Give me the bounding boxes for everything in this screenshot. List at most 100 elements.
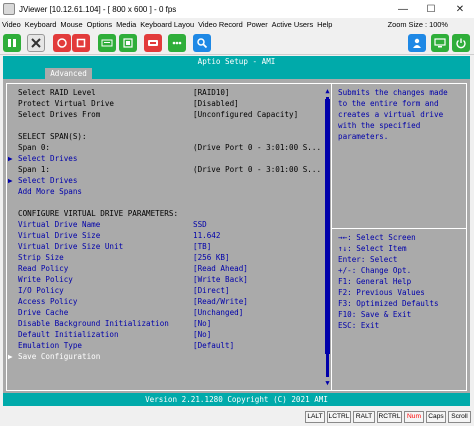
row-drive-cache-label[interactable]: Drive Cache [18,308,68,318]
row-virtual-drive-size-label[interactable]: Virtual Drive Size [18,231,100,241]
row-virtual-drive-size-value[interactable]: 11.642 [193,231,220,241]
remote-screen[interactable]: Aptio Setup - AMI Advanced ▲ ▼ Select RA… [3,56,470,406]
row-write-policy-label[interactable]: Write Policy [18,275,73,285]
zoom-icon[interactable] [193,34,211,52]
scroll-up-icon[interactable]: ▲ [323,87,332,95]
row-write-policy-value[interactable]: [Write Back] [193,275,248,285]
menu-keyboard[interactable]: Keyboard [23,20,59,29]
app-icon [3,3,15,15]
row-protect-virtual-drive-label[interactable]: Protect Virtual Drive [18,99,114,109]
stop-icon[interactable] [72,34,90,52]
menu-keyboard-layout[interactable]: Keyboard Layou [138,20,196,29]
row-select-drives-span-0[interactable]: Select Drives [18,154,77,164]
bios-header-title: Aptio Setup - AMI [197,57,276,66]
menu-help[interactable]: Help [315,20,334,29]
row-read-policy-value[interactable]: [Read Ahead] [193,264,248,274]
monitor-icon[interactable] [431,34,449,52]
ralt-key-indicator[interactable]: RALT [353,411,375,423]
drive-icon[interactable] [168,34,186,52]
key-help-line: Enter: Select [338,255,398,264]
row-select-drives-from-label[interactable]: Select Drives From [18,110,100,120]
row-vd-size-unit-value[interactable]: [TB] [193,242,211,252]
tab-advanced[interactable]: Advanced [45,68,92,79]
num-lock-indicator: Num [404,411,424,423]
hard-disk-icon[interactable] [144,34,162,52]
key-help-line: ESC: Exit [338,321,380,330]
scroll-thumb[interactable] [325,99,330,354]
scroll-down-icon[interactable]: ▼ [323,379,332,387]
row-select-raid-level-value[interactable]: [RAID10] [193,88,230,98]
row-strip-size-label[interactable]: Strip Size [18,253,64,263]
key-help-line: +/-: Change Opt. [338,266,412,275]
row-emulation-type-value[interactable]: [Default] [193,341,234,351]
menu-power[interactable]: Power [245,20,270,29]
user-icon[interactable] [408,34,426,52]
caps-lock-indicator: Caps [426,411,446,423]
row-virtual-drive-name-value[interactable]: SSD [193,220,207,230]
row-disable-bg-init-label[interactable]: Disable Background Initialization [18,319,169,329]
row-select-drives-from-value[interactable]: [Unconfigured Capacity] [193,110,298,120]
row-span-1-value: (Drive Port 0 - 3:01:00 S... [193,165,322,174]
lalt-key-indicator[interactable]: LALT [305,411,325,423]
row-drive-cache-value[interactable]: [Unchanged] [193,308,243,318]
keyboard-icon[interactable] [98,34,116,52]
media-icon[interactable] [119,34,137,52]
row-strip-size-value[interactable]: [256 KB] [193,253,230,263]
help-line: with the specified [338,121,421,130]
key-help-line: →←: Select Screen [338,233,416,242]
row-read-policy-label[interactable]: Read Policy [18,264,68,274]
menu-options[interactable]: Options [85,20,114,29]
pause-icon[interactable] [3,34,21,52]
row-select-raid-level-label[interactable]: Select RAID Level [18,88,96,98]
maximize-button[interactable]: ☐ [417,0,445,18]
rctrl-key-indicator[interactable]: RCTRL [377,411,402,423]
menu-active-users[interactable]: Active Users [270,20,315,29]
menu-video[interactable]: Video [0,20,23,29]
submenu-arrow-icon: ▶ [8,176,13,185]
key-help-line: F2: Previous Values [338,288,425,297]
key-help-line: F3: Optimized Defaults [338,299,439,308]
row-save-configuration[interactable]: Save Configuration [18,352,100,362]
help-line: to the entire form and [338,99,439,108]
submenu-arrow-icon: ▶ [8,154,13,163]
row-default-init-value[interactable]: [No] [193,330,211,340]
menu-bar: Video Keyboard Mouse Options Media Keybo… [0,18,474,31]
lctrl-key-indicator[interactable]: LCTRL [327,411,351,423]
row-add-more-spans[interactable]: Add More Spans [18,187,82,197]
close-button[interactable]: ✕ [446,0,474,18]
row-disable-bg-init-value[interactable]: [No] [193,319,211,329]
section-configure-vd-params: CONFIGURE VIRTUAL DRIVE PARAMETERS: [18,209,179,218]
menu-media[interactable]: Media [114,20,138,29]
row-access-policy-label[interactable]: Access Policy [18,297,77,307]
row-span-1-label: Span 1: [18,165,51,174]
bios-scrollbar[interactable]: ▲ ▼ [323,87,332,387]
row-io-policy-label[interactable]: I/O Policy [18,286,64,296]
bios-version-text: Version 2.21.1280 Copyright (C) 2021 AMI [145,395,328,404]
bios-content: ▲ ▼ Select RAID Level [RAID10] Protect V… [3,79,470,393]
row-virtual-drive-name-label[interactable]: Virtual Drive Name [18,220,100,230]
key-help-line: ↑↓: Select Item [338,244,407,253]
title-bar: JViewer [10.12.61.104] - [ 800 x 600 ] -… [0,0,474,18]
toolbar [0,31,474,55]
row-protect-virtual-drive-value[interactable]: [Disabled] [193,99,239,109]
menu-video-record[interactable]: Video Record [196,20,245,29]
row-default-init-label[interactable]: Default Initialization [18,330,119,340]
key-help-line: F10: Save & Exit [338,310,412,319]
row-vd-size-unit-label[interactable]: Virtual Drive Size Unit [18,242,123,252]
minimize-button[interactable]: — [389,0,417,18]
row-span-0-label: Span 0: [18,143,51,152]
row-select-drives-span-1[interactable]: Select Drives [18,176,77,186]
row-access-policy-value[interactable]: [Read/Write] [193,297,248,307]
row-io-policy-value[interactable]: [Direct] [193,286,230,296]
settings-icon[interactable] [27,34,45,52]
status-bar: LALT LCTRL RALT RCTRL Num Caps Scroll [0,408,474,426]
key-help-line: F1: General Help [338,277,412,286]
bios-header-bar: Aptio Setup - AMI [3,56,470,67]
record-icon[interactable] [53,34,71,52]
help-line: creates a virtual drive [338,110,444,119]
row-span-0-value: (Drive Port 0 - 3:01:00 S... [193,143,322,152]
menu-mouse[interactable]: Mouse [58,20,84,29]
submenu-arrow-icon: ▶ [8,352,13,361]
row-emulation-type-label[interactable]: Emulation Type [18,341,82,351]
power-icon[interactable] [452,34,470,52]
